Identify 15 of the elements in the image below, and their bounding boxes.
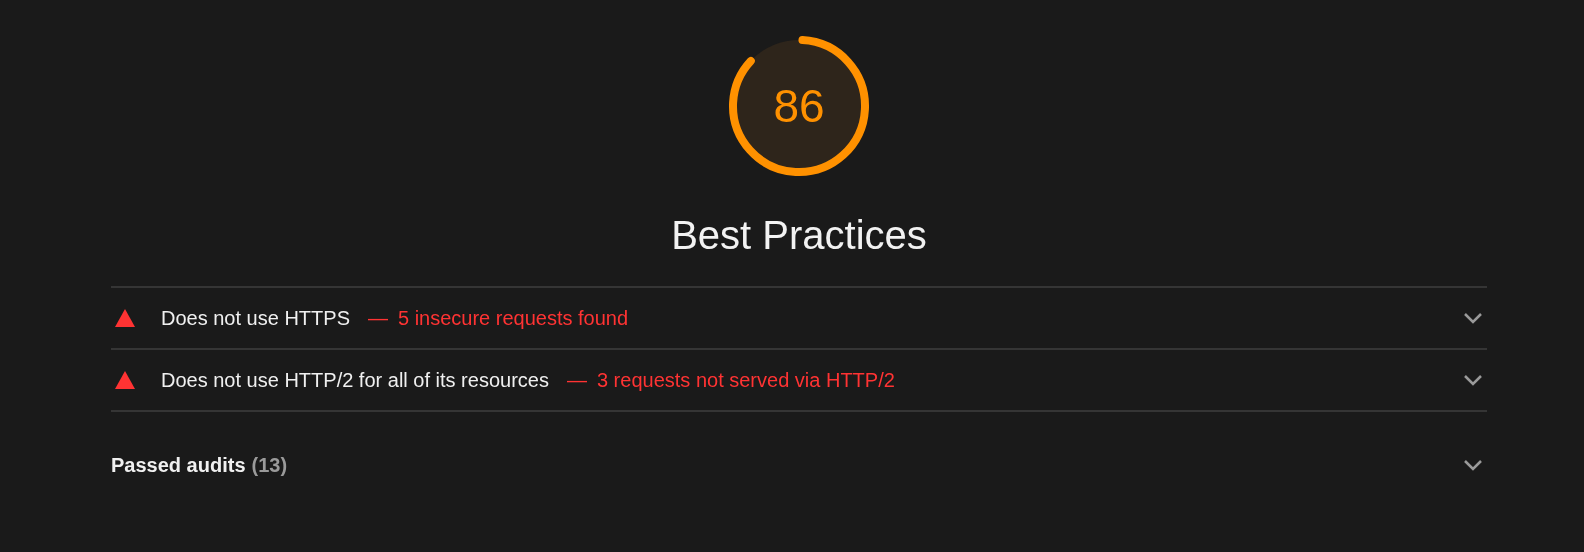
passed-audits-label[interactable]: Passed audits [111, 453, 246, 477]
audit-detail: 5 insecure requests found [397, 306, 629, 330]
warning-triangle-icon [115, 371, 135, 389]
dash-separator: — [566, 368, 587, 392]
dash-separator: — [367, 306, 388, 330]
audit-title: Does not use HTTPS [161, 306, 350, 330]
audit-title: Does not use HTTP/2 for all of its resources [161, 368, 549, 392]
audit-detail: 3 requests not served via HTTP/2 [596, 368, 895, 392]
chevron-icon[interactable] [1463, 312, 1483, 324]
category-title: Best Practices [671, 213, 927, 258]
warning-triangle-icon [115, 309, 135, 327]
chevron-icon[interactable] [1463, 459, 1483, 471]
chevron-icon[interactable] [1463, 374, 1483, 386]
passed-audits-count: (13) [251, 453, 288, 477]
score-value: 86 [773, 79, 825, 133]
